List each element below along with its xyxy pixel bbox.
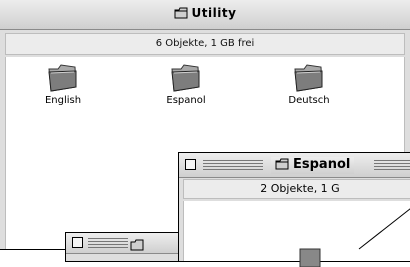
espanol-window: Espanol 2 Objekte, 1 G [178, 152, 410, 267]
espanol-title-text: Espanol [293, 157, 351, 172]
background-window-titlebar[interactable] [66, 233, 194, 254]
utility-title-text: Utility [191, 6, 237, 20]
title-stripes [374, 160, 410, 170]
folder-label: Espanol [166, 95, 206, 106]
background-window[interactable] [65, 232, 195, 262]
espanol-info-bar: 2 Objekte, 1 G [183, 179, 410, 199]
folder-icon [171, 64, 200, 92]
title-stripes [88, 238, 128, 248]
folder-item-english[interactable]: English [28, 63, 98, 106]
folder-icon [275, 158, 289, 174]
folder-icon [174, 7, 188, 22]
folder-item-espanol[interactable]: Espanol [151, 63, 221, 106]
espanol-content [183, 201, 410, 267]
close-box[interactable] [185, 159, 196, 170]
folder-icon [48, 64, 77, 92]
espanol-titlebar[interactable]: Espanol [179, 153, 410, 178]
folder-icon [130, 236, 144, 255]
alias-arrow-icon [358, 208, 410, 250]
folder-label: English [44, 95, 82, 106]
utility-title: Utility [0, 6, 410, 22]
folder-label: Deutsch [288, 95, 330, 106]
espanol-title: Espanol [271, 157, 355, 174]
utility-titlebar[interactable]: Utility [0, 0, 410, 30]
title-stripes [203, 160, 263, 170]
close-box[interactable] [72, 237, 83, 248]
utility-info-bar: 6 Objekte, 1 GB frei [5, 33, 405, 55]
folder-icon [294, 64, 323, 92]
folder-item-deutsch[interactable]: Deutsch [274, 63, 344, 106]
document-icon [299, 248, 321, 267]
